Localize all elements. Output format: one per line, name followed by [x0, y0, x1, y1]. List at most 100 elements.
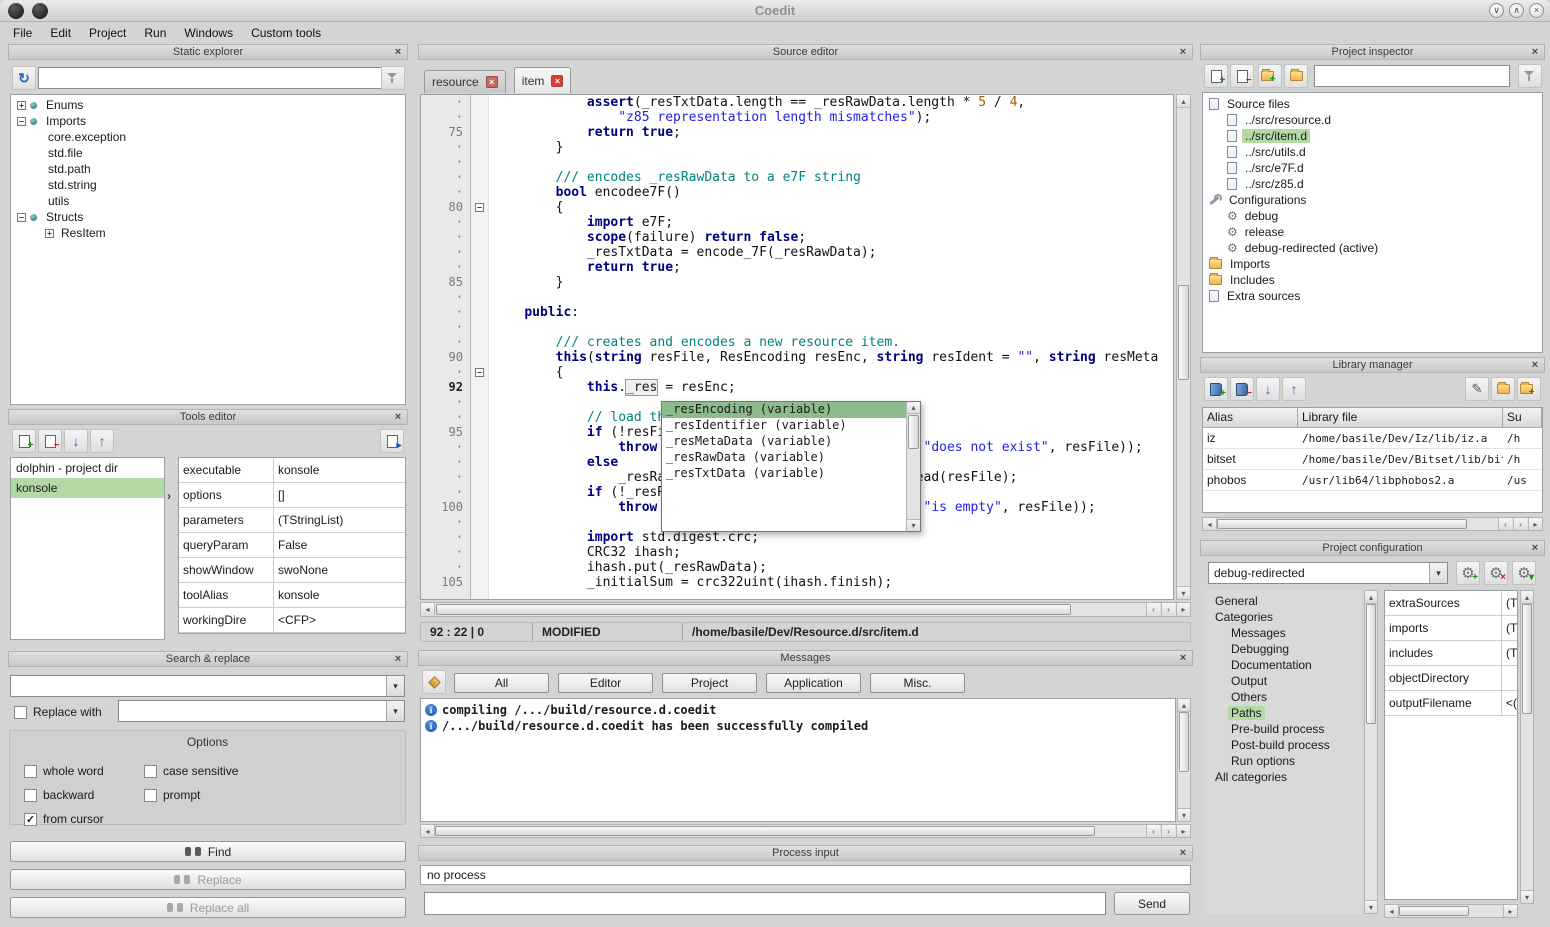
property-value[interactable]: konsole: [274, 583, 405, 607]
property-name[interactable]: outputFilename: [1385, 691, 1502, 715]
option-whole-word[interactable]: whole word: [24, 761, 144, 781]
property-value[interactable]: (TStringList): [274, 508, 405, 532]
menu-item-file[interactable]: File: [4, 23, 41, 43]
code-line[interactable]: [493, 155, 1173, 170]
messages-vscrollbar[interactable]: ▴ ▾: [1177, 698, 1191, 822]
expand-plus-icon[interactable]: +: [45, 229, 54, 238]
replace-button[interactable]: Replace: [10, 869, 406, 890]
close-panel-icon[interactable]: ×: [1528, 541, 1542, 555]
grid-expander-icon[interactable]: ›: [167, 489, 171, 503]
fold-margin[interactable]: −−: [471, 95, 489, 599]
move-library-down-button[interactable]: ↓: [1256, 377, 1280, 401]
scroll-left-icon[interactable]: ◂: [1385, 905, 1399, 917]
property-name[interactable]: options: [179, 483, 274, 507]
tab-close-icon[interactable]: ×: [551, 75, 563, 87]
tree-item-label[interactable]: Source files: [1224, 97, 1293, 111]
code-line[interactable]: import std.digest.crc;: [493, 530, 1173, 545]
tree-item-label[interactable]: Structs: [43, 210, 86, 224]
property-value[interactable]: swoNone: [274, 558, 405, 582]
fold-collapse-icon[interactable]: −: [475, 203, 484, 212]
scroll-down-icon[interactable]: ▾: [1365, 900, 1377, 913]
code-line[interactable]: }: [493, 275, 1173, 290]
tree-item-label[interactable]: ../src/z85.d: [1242, 177, 1307, 191]
code-line[interactable]: "z85 representation length mismatches");: [493, 110, 1173, 125]
maximize-button[interactable]: ∧: [1509, 3, 1524, 18]
filter-button-project[interactable]: Project: [662, 673, 757, 693]
add-source-button[interactable]: +: [1204, 64, 1228, 88]
find-button[interactable]: Find: [10, 841, 406, 862]
code-line[interactable]: _initialSum = crc322uint(ihash.finish);: [493, 575, 1173, 590]
editor-area[interactable]: ··75····80····85····90·92··95····100····…: [420, 94, 1174, 600]
scrollbar-thumb[interactable]: [436, 604, 1071, 615]
menu-item-run[interactable]: Run: [135, 23, 175, 43]
tool-item[interactable]: konsole: [11, 478, 164, 498]
completion-item[interactable]: _resIdentifier (variable): [662, 418, 906, 434]
code-line[interactable]: /// creates and encodes a new resource i…: [493, 335, 1173, 350]
scroll-right-icon[interactable]: ▸: [1503, 905, 1517, 917]
property-name[interactable]: showWindow: [179, 558, 274, 582]
code-line[interactable]: public:: [493, 305, 1173, 320]
tree-item-label[interactable]: Configurations: [1226, 193, 1309, 207]
completion-item[interactable]: _resTxtData (variable): [662, 466, 906, 482]
combo-arrow-icon[interactable]: ▾: [386, 701, 404, 721]
process-input-field[interactable]: [424, 892, 1106, 915]
replace-with-toggle[interactable]: Replace with: [14, 702, 102, 722]
static-explorer-search-input[interactable]: [38, 67, 382, 89]
clear-messages-button[interactable]: [422, 670, 446, 694]
filter-button-application[interactable]: Application: [766, 673, 861, 693]
combo-arrow-icon[interactable]: ▾: [386, 676, 404, 696]
tree-item-label[interactable]: ResItem: [58, 226, 109, 240]
scroll-up-icon[interactable]: ▴: [1177, 95, 1190, 108]
tab-resource[interactable]: resource×: [424, 70, 506, 93]
scroll-right-icon[interactable]: ▸: [1528, 518, 1542, 530]
option-from-cursor[interactable]: ✓from cursor: [24, 809, 144, 829]
property-value[interactable]: (T: [1502, 591, 1517, 615]
scroll-up-icon[interactable]: ▴: [1521, 591, 1533, 604]
page-left-icon[interactable]: ‹: [1498, 518, 1512, 530]
fold-collapse-icon[interactable]: −: [475, 368, 484, 377]
scroll-right-icon[interactable]: ▸: [1176, 603, 1190, 616]
scroll-up-icon[interactable]: ▴: [1365, 591, 1377, 604]
add-library-folder-button[interactable]: +: [1517, 377, 1541, 401]
close-panel-icon[interactable]: ×: [391, 45, 405, 59]
close-panel-icon[interactable]: ×: [1176, 846, 1190, 860]
page-right-icon[interactable]: ›: [1513, 518, 1527, 530]
property-value[interactable]: [1502, 666, 1517, 690]
scroll-left-icon[interactable]: ◂: [421, 825, 435, 837]
property-name[interactable]: includes: [1385, 641, 1502, 665]
menu-item-edit[interactable]: Edit: [41, 23, 80, 43]
message-item[interactable]: icompiling /.../build/resource.d.coedit: [421, 702, 1175, 718]
category-label[interactable]: Debugging: [1228, 642, 1292, 656]
config-grid-hscrollbar[interactable]: ◂ ▸: [1384, 904, 1518, 918]
code-line[interactable]: this(string resFile, ResEncoding resEnc,…: [493, 350, 1173, 365]
add-tool-button[interactable]: +: [12, 429, 36, 453]
completion-item[interactable]: _resEncoding (variable): [662, 402, 906, 418]
code-line[interactable]: import e7F;: [493, 215, 1173, 230]
delete-configuration-button[interactable]: ⚙×: [1484, 561, 1508, 585]
open-source-folder-button[interactable]: [1284, 64, 1308, 88]
menu-item-project[interactable]: Project: [80, 23, 135, 43]
close-panel-icon[interactable]: ×: [391, 652, 405, 666]
tree-item-label[interactable]: core.exception: [45, 130, 129, 144]
option-case-sensitive[interactable]: case sensitive: [144, 761, 395, 781]
property-name[interactable]: toolAlias: [179, 583, 274, 607]
scrollbar-thumb[interactable]: [1179, 712, 1189, 772]
tree-item-label[interactable]: debug: [1242, 209, 1281, 223]
filter-button[interactable]: [1518, 64, 1542, 88]
scrollbar-thumb[interactable]: [1217, 519, 1467, 529]
tree-item-label[interactable]: release: [1242, 225, 1287, 239]
tree-item-label[interactable]: ../src/utils.d: [1242, 145, 1309, 159]
category-label[interactable]: Others: [1228, 690, 1270, 704]
export-tool-button[interactable]: ▸: [380, 429, 404, 453]
code-line[interactable]: return true;: [493, 125, 1173, 140]
close-panel-icon[interactable]: ×: [1528, 358, 1542, 372]
property-value[interactable]: (T: [1502, 641, 1517, 665]
scrollbar-thumb[interactable]: [908, 415, 919, 449]
option-backward[interactable]: backward: [24, 785, 144, 805]
category-label[interactable]: All categories: [1212, 770, 1290, 784]
add-source-folder-button[interactable]: +: [1258, 64, 1282, 88]
scroll-down-icon[interactable]: ▾: [1521, 890, 1533, 903]
remove-library-button[interactable]: −: [1230, 377, 1254, 401]
collapse-minus-icon[interactable]: −: [17, 213, 26, 222]
page-right-icon[interactable]: ›: [1161, 825, 1175, 837]
